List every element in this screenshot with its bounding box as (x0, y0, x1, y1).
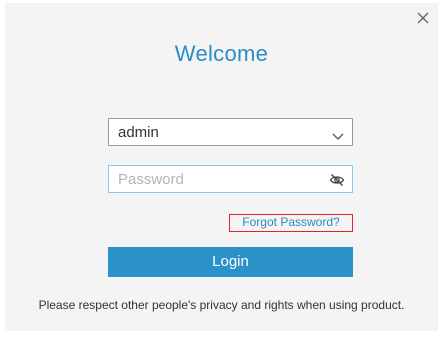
chevron-down-icon[interactable] (332, 128, 344, 140)
password-placeholder: Password (118, 171, 184, 188)
page-title: Welcome (174, 41, 269, 66)
login-button[interactable]: Login (108, 247, 353, 277)
privacy-notice: Please respect other people's privacy an… (38, 298, 405, 312)
password-field[interactable]: Password (108, 165, 353, 193)
eye-slash-icon[interactable] (329, 172, 345, 188)
login-window: Welcome admin Password Forgot Password? … (0, 0, 445, 338)
forgot-password-link[interactable]: Forgot Password? (229, 214, 353, 232)
close-icon[interactable] (416, 11, 430, 25)
username-select[interactable]: admin (108, 118, 353, 146)
username-value: admin (118, 124, 159, 141)
login-dialog: Welcome admin Password Forgot Password? … (5, 3, 438, 331)
